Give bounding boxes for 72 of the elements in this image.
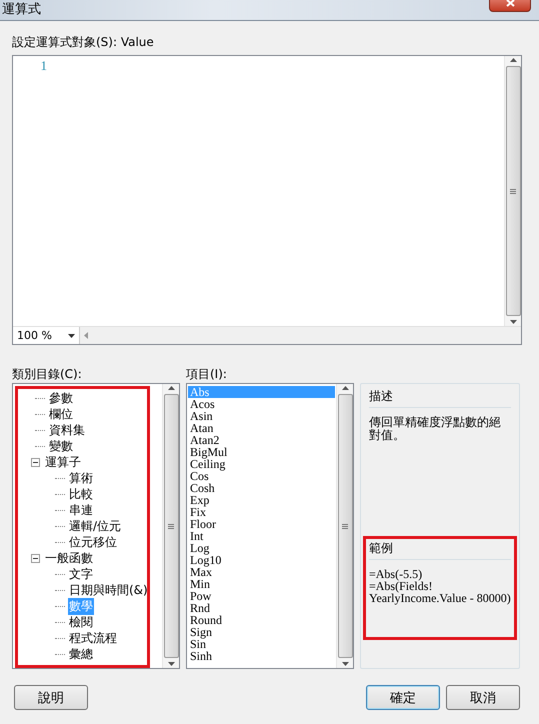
collapse-icon[interactable]	[31, 458, 40, 466]
example-code: YearlyIncome.Value - 80000)	[369, 592, 511, 604]
list-item[interactable]: Ceiling	[188, 458, 335, 470]
description-title: 描述	[369, 388, 511, 408]
tree-item[interactable]: 彙總	[68, 646, 94, 662]
list-item[interactable]: Sin	[188, 638, 335, 650]
tree-item[interactable]: 檢閱	[68, 614, 94, 630]
list-item[interactable]: Rnd	[188, 602, 335, 614]
down-arrow-icon[interactable]	[342, 662, 348, 666]
list-item[interactable]: Max	[188, 566, 335, 578]
list-item[interactable]: BigMul	[188, 446, 335, 458]
up-arrow-icon[interactable]	[510, 58, 516, 62]
list-item[interactable]: Cosh	[188, 482, 335, 494]
list-item[interactable]: Cos	[188, 470, 335, 482]
tree-item[interactable]: 變數	[48, 438, 74, 454]
category-tree[interactable]: 參數 欄位 資料集 變數 運算子 算術 比較 串連 邏輯/位元 位元移位 一般函數 文字 日期與時間(&) 數學 檢閱 程式流程 彙總	[12, 383, 180, 669]
tree-item[interactable]: 程式流程	[68, 630, 118, 646]
tree-item[interactable]: 算術	[68, 470, 94, 486]
list-item[interactable]: Atan2	[188, 434, 335, 446]
down-arrow-icon[interactable]	[168, 662, 174, 666]
list-item[interactable]: Acos	[188, 398, 335, 410]
tree-item[interactable]: 位元移位	[68, 534, 118, 550]
up-arrow-icon[interactable]	[342, 386, 348, 390]
expression-editor[interactable]: 1 100 %	[12, 55, 522, 345]
list-item[interactable]: Atan	[188, 422, 335, 434]
scrollbar[interactable]	[336, 384, 353, 668]
list-item[interactable]: Int	[188, 530, 335, 542]
tree-item[interactable]: 參數	[48, 390, 74, 406]
tree-item[interactable]: 比較	[68, 486, 94, 502]
scroll-thumb[interactable]	[506, 66, 520, 316]
list-item[interactable]: Log	[188, 542, 335, 554]
up-arrow-icon[interactable]	[168, 386, 174, 390]
caret-icon	[68, 334, 75, 338]
list-item[interactable]: Sinh	[188, 650, 335, 662]
example-code: =Abs(-5.5)	[369, 568, 424, 580]
down-arrow-icon[interactable]	[510, 320, 516, 324]
tree-item[interactable]: 邏輯/位元	[68, 518, 122, 534]
list-item[interactable]: Min	[188, 578, 335, 590]
list-item[interactable]: Fix	[188, 506, 335, 518]
list-item[interactable]: Asin	[188, 410, 335, 422]
scroll-thumb[interactable]	[338, 394, 352, 658]
description-text: 傳回單精確度浮點數的絕對值。	[369, 416, 502, 444]
list-item[interactable]: Pow	[188, 590, 335, 602]
scrollbar[interactable]	[504, 56, 521, 326]
scrollbar[interactable]	[162, 384, 179, 668]
dialog-button[interactable]: 說明	[14, 685, 88, 710]
tree-item[interactable]: 資料集	[48, 422, 86, 438]
tree-item[interactable]: 日期與時間(&)	[68, 582, 149, 598]
list-item[interactable]: Log10	[188, 554, 335, 566]
tree-item[interactable]: 串連	[68, 502, 94, 518]
scroll-thumb[interactable]	[164, 394, 178, 658]
tree-item[interactable]: 運算子	[44, 454, 82, 470]
dialog-button[interactable]: 確定	[366, 685, 440, 710]
tree-item[interactable]: 欄位	[48, 406, 74, 422]
items-label: 項目(I):	[186, 366, 228, 383]
dialog-button[interactable]: 取消	[446, 685, 520, 710]
list-item[interactable]: Floor	[188, 518, 335, 530]
items-list[interactable]: Abs Acos Asin Atan Atan2 BigMul Ceiling Cos Cosh Exp Fix Floor Int Log Log10 Max Min Pow Rnd Round Sign Sin Sinh	[186, 383, 354, 669]
close-icon[interactable]	[506, 0, 514, 7]
example-title: 範例	[369, 540, 511, 560]
zoom-dropdown[interactable]: 100 %	[13, 327, 80, 344]
collapse-icon[interactable]	[31, 554, 40, 562]
example-code: =Abs(Fields!	[369, 580, 434, 592]
category-label: 類別目錄(C):	[12, 366, 83, 383]
window-title: 運算式	[2, 1, 41, 18]
list-item[interactable]: Round	[188, 614, 335, 626]
expression-label: 設定運算式對象(S): Value	[12, 34, 155, 51]
list-item[interactable]: Exp	[188, 494, 335, 506]
line-number: 1	[40, 58, 47, 74]
tree-item[interactable]: 一般函數	[44, 550, 94, 566]
tree-item[interactable]: 文字	[68, 566, 94, 582]
list-item[interactable]: Sign	[188, 626, 335, 638]
